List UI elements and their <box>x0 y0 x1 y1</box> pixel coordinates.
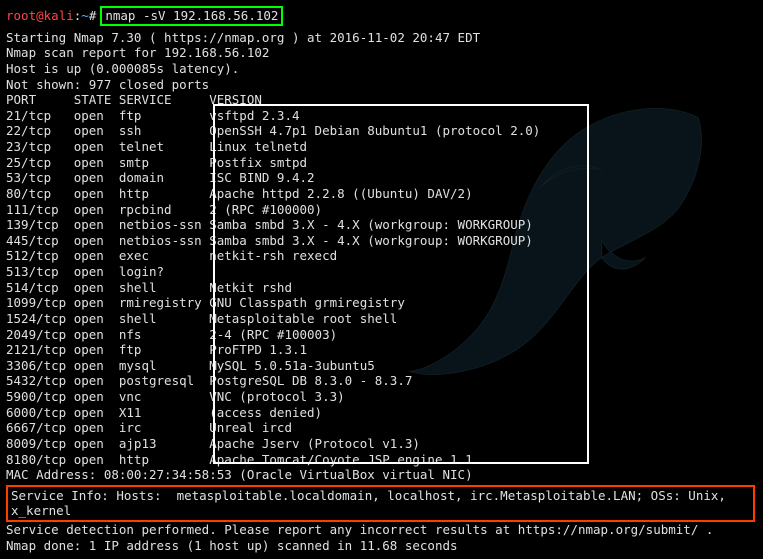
service-info-highlight-box: Service Info: Hosts: metasploitable.loca… <box>6 485 755 522</box>
prompt-path: ~ <box>81 8 89 24</box>
port-line: 3306/tcp open mysql MySQL 5.0.51a-3ubunt… <box>6 358 375 373</box>
port-line: 8009/tcp open ajp13 Apache Jserv (Protoc… <box>6 436 420 451</box>
port-line: 6000/tcp open X11 (access denied) <box>6 405 322 420</box>
prompt-hash: # <box>89 8 97 24</box>
port-line: 21/tcp open ftp vsftpd 2.3.4 <box>6 108 300 123</box>
port-line: 80/tcp open http Apache httpd 2.2.8 ((Ub… <box>6 186 473 201</box>
command-highlight-box: nmap -sV 192.168.56.102 <box>100 6 283 26</box>
preamble-line4: Not shown: 977 closed ports <box>6 77 209 92</box>
table-header: PORT STATE SERVICE VERSION <box>6 92 262 107</box>
port-line: 1099/tcp open rmiregistry GNU Classpath … <box>6 295 405 310</box>
port-line: 139/tcp open netbios-ssn Samba smbd 3.X … <box>6 217 533 232</box>
preamble-line3: Host is up (0.000085s latency). <box>6 61 239 76</box>
port-line: 2049/tcp open nfs 2-4 (RPC #100003) <box>6 327 337 342</box>
port-line: 514/tcp open shell Netkit rshd <box>6 280 292 295</box>
prompt-colon: : <box>74 8 82 24</box>
command-text[interactable]: nmap -sV 192.168.56.102 <box>105 8 278 23</box>
nmap-preamble: Starting Nmap 7.30 ( https://nmap.org ) … <box>6 30 757 483</box>
port-line: 5432/tcp open postgresql PostgreSQL DB 8… <box>6 373 412 388</box>
service-info-text: Service Info: Hosts: metasploitable.loca… <box>11 488 750 519</box>
prompt-at: @ <box>36 8 44 24</box>
prompt-user: root <box>6 8 36 24</box>
shell-prompt-line: root@kali:~# nmap -sV 192.168.56.102 <box>6 6 757 26</box>
port-line: 512/tcp open exec netkit-rsh rexecd <box>6 248 337 263</box>
port-line: 53/tcp open domain ISC BIND 9.4.2 <box>6 170 315 185</box>
preamble-line1: Starting Nmap 7.30 ( https://nmap.org ) … <box>6 30 480 45</box>
port-line: 25/tcp open smtp Postfix smtpd <box>6 155 307 170</box>
port-line: 445/tcp open netbios-ssn Samba smbd 3.X … <box>6 233 533 248</box>
port-line: 2121/tcp open ftp ProFTPD 1.3.1 <box>6 342 307 357</box>
port-line: 5900/tcp open vnc VNC (protocol 3.3) <box>6 389 345 404</box>
port-line: 22/tcp open ssh OpenSSH 4.7p1 Debian 8ub… <box>6 123 540 138</box>
mac-address-line: MAC Address: 08:00:27:34:58:53 (Oracle V… <box>6 467 473 482</box>
footer-line1: Service detection performed. Please repo… <box>6 522 713 537</box>
port-line: 513/tcp open login? <box>6 264 164 279</box>
preamble-line2: Nmap scan report for 192.168.56.102 <box>6 45 269 60</box>
port-line: 1524/tcp open shell Metasploitable root … <box>6 311 397 326</box>
port-line: 23/tcp open telnet Linux telnetd <box>6 139 307 154</box>
port-line: 111/tcp open rpcbind 2 (RPC #100000) <box>6 202 322 217</box>
port-line: 8180/tcp open http Apache Tomcat/Coyote … <box>6 452 473 467</box>
port-line: 6667/tcp open irc Unreal ircd <box>6 420 292 435</box>
prompt-host: kali <box>44 8 74 24</box>
nmap-footer: Service detection performed. Please repo… <box>6 522 757 553</box>
